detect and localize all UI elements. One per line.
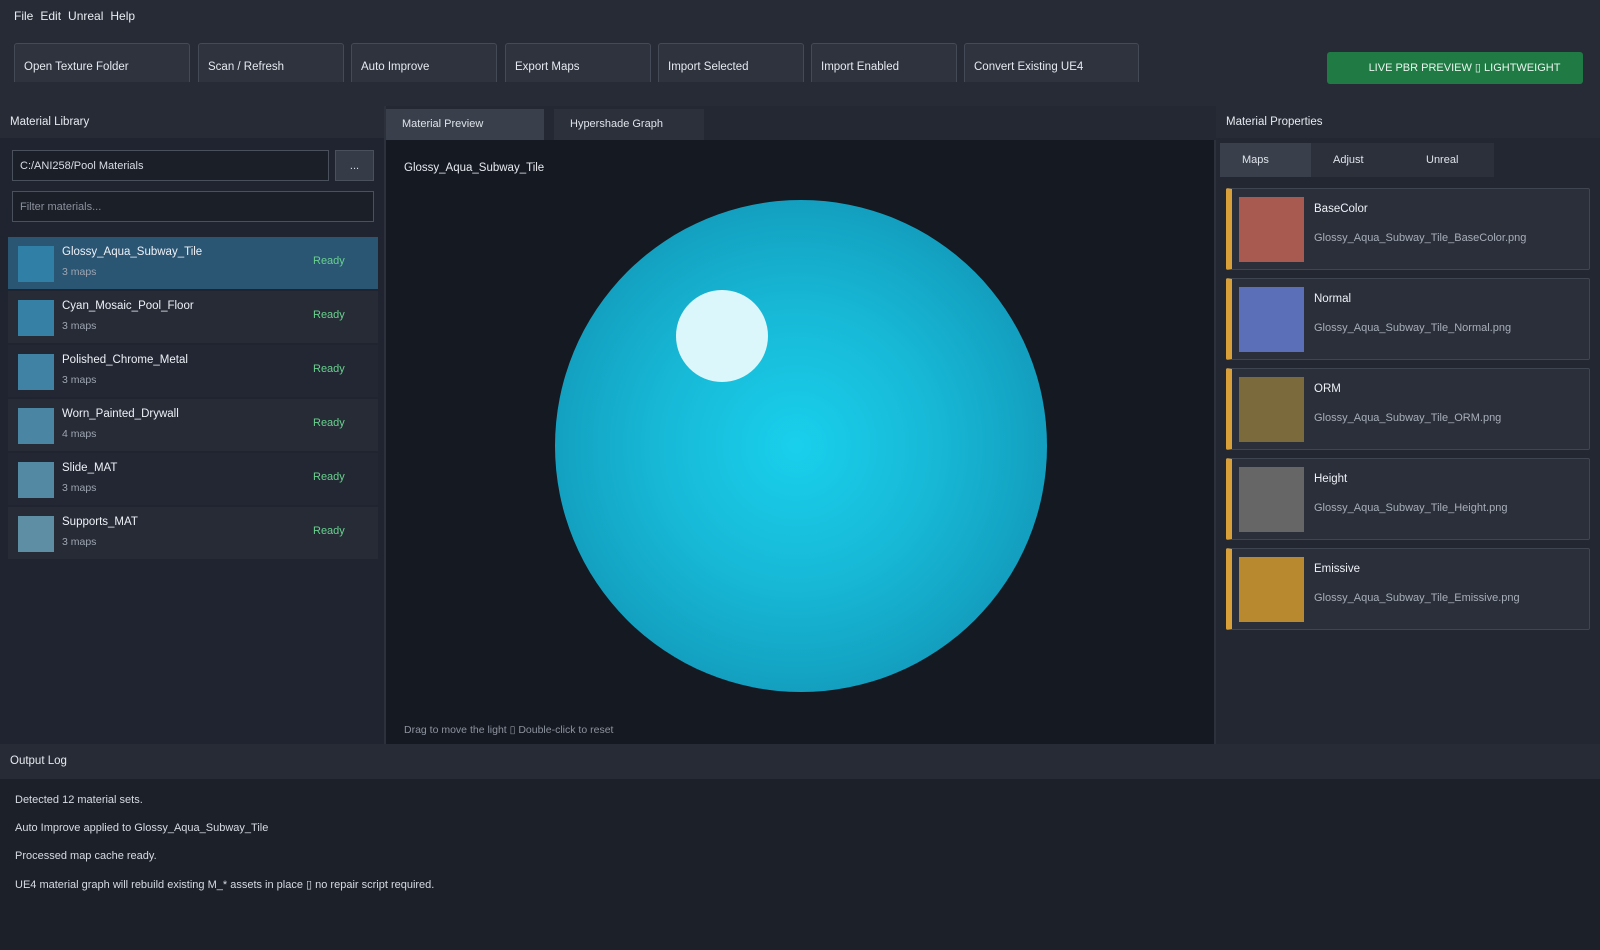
log-line: Detected 12 material sets.	[15, 794, 143, 806]
material-thumbnail	[18, 246, 54, 282]
material-map-count: 4 maps	[62, 428, 97, 440]
map-swatch	[1239, 287, 1304, 352]
map-filename: Glossy_Aqua_Subway_Tile_Normal.png	[1314, 322, 1512, 334]
preview-hint: Drag to move the light ▯ Double-click to…	[404, 724, 614, 736]
map-filename: Glossy_Aqua_Subway_Tile_BaseColor.png	[1314, 232, 1527, 244]
material-thumbnail	[18, 516, 54, 552]
material-status: Ready	[313, 471, 345, 483]
map-filename: Glossy_Aqua_Subway_Tile_Emissive.png	[1314, 592, 1520, 604]
map-list: BaseColor Glossy_Aqua_Subway_Tile_BaseCo…	[1226, 188, 1590, 638]
filter-materials-input[interactable]	[12, 191, 374, 222]
menu-edit[interactable]: Edit	[40, 9, 61, 23]
tab-hypershade-graph[interactable]: Hypershade Graph	[554, 109, 704, 140]
menu-file[interactable]: File	[14, 9, 33, 23]
material-library-title: Material Library	[0, 106, 384, 138]
tab-maps[interactable]: Maps	[1220, 143, 1311, 177]
menu-help[interactable]: Help	[110, 9, 135, 23]
map-label: Height	[1314, 473, 1348, 485]
map-card-basecolor[interactable]: BaseColor Glossy_Aqua_Subway_Tile_BaseCo…	[1226, 188, 1590, 270]
material-row-slide-mat[interactable]: Slide_MAT 3 maps Ready	[8, 453, 378, 505]
material-map-count: 3 maps	[62, 266, 97, 278]
tab-material-preview[interactable]: Material Preview	[386, 109, 544, 140]
material-row-supports-mat[interactable]: Supports_MAT 3 maps Ready	[8, 507, 378, 559]
material-preview-panel: Material Preview Hypershade Graph Glossy…	[386, 106, 1216, 744]
log-line: UE4 material graph will rebuild existing…	[15, 879, 435, 891]
material-thumbnail	[18, 300, 54, 336]
map-card-normal[interactable]: Normal Glossy_Aqua_Subway_Tile_Normal.pn…	[1226, 278, 1590, 360]
browse-folder-button[interactable]: ...	[335, 150, 374, 181]
map-card-height[interactable]: Height Glossy_Aqua_Subway_Tile_Height.pn…	[1226, 458, 1590, 540]
map-swatch	[1239, 197, 1304, 262]
material-row-worn-painted-drywall[interactable]: Worn_Painted_Drywall 4 maps Ready	[8, 399, 378, 451]
material-thumbnail	[18, 354, 54, 390]
material-library-panel: Material Library ... Glossy_Aqua_Subway_…	[0, 106, 386, 744]
map-label: Normal	[1314, 293, 1352, 305]
material-list: Glossy_Aqua_Subway_Tile 3 maps Ready Cya…	[8, 237, 378, 561]
material-name: Supports_MAT	[62, 516, 138, 528]
map-swatch	[1239, 467, 1304, 532]
material-status: Ready	[313, 525, 345, 537]
material-thumbnail	[18, 408, 54, 444]
material-map-count: 3 maps	[62, 482, 97, 494]
map-label: ORM	[1314, 383, 1341, 395]
material-map-count: 3 maps	[62, 320, 97, 332]
log-lines: Detected 12 material sets. Auto Improve …	[15, 794, 434, 906]
material-status: Ready	[313, 363, 345, 375]
live-pbr-preview-toggle[interactable]: LIVE PBR PREVIEW ▯ LIGHTWEIGHT	[1327, 52, 1583, 84]
log-line: Auto Improve applied to Glossy_Aqua_Subw…	[15, 822, 269, 834]
material-thumbnail	[18, 462, 54, 498]
output-log-title: Output Log	[0, 744, 1600, 779]
tab-unreal[interactable]: Unreal	[1402, 143, 1494, 177]
material-map-count: 3 maps	[62, 536, 97, 548]
map-swatch	[1239, 557, 1304, 622]
material-map-count: 3 maps	[62, 374, 97, 386]
material-name: Cyan_Mosaic_Pool_Floor	[62, 300, 194, 312]
map-filename: Glossy_Aqua_Subway_Tile_Height.png	[1314, 502, 1508, 514]
material-row-glossy-aqua-subway-tile[interactable]: Glossy_Aqua_Subway_Tile 3 maps Ready	[8, 237, 378, 289]
material-row-cyan-mosaic-pool-floor[interactable]: Cyan_Mosaic_Pool_Floor 3 maps Ready	[8, 291, 378, 343]
map-card-emissive[interactable]: Emissive Glossy_Aqua_Subway_Tile_Emissiv…	[1226, 548, 1590, 630]
map-label: Emissive	[1314, 563, 1361, 575]
menu-bar: File Edit Unreal Help	[0, 0, 1600, 31]
material-properties-panel: Material Properties Maps Adjust Unreal B…	[1216, 106, 1600, 744]
material-name: Slide_MAT	[62, 462, 118, 474]
folder-path-input[interactable]	[12, 150, 329, 181]
preview-sphere[interactable]	[555, 200, 1047, 692]
light-highlight[interactable]	[676, 290, 768, 382]
toolbar-spacer	[0, 82, 1600, 106]
map-swatch	[1239, 377, 1304, 442]
material-row-polished-chrome-metal[interactable]: Polished_Chrome_Metal 3 maps Ready	[8, 345, 378, 397]
material-name: Polished_Chrome_Metal	[62, 354, 188, 366]
map-label: BaseColor	[1314, 203, 1368, 215]
material-status: Ready	[313, 309, 345, 321]
map-card-orm[interactable]: ORM Glossy_Aqua_Subway_Tile_ORM.png	[1226, 368, 1590, 450]
tab-adjust[interactable]: Adjust	[1311, 143, 1402, 177]
output-log-panel: Output Log Detected 12 material sets. Au…	[0, 744, 1600, 950]
map-filename: Glossy_Aqua_Subway_Tile_ORM.png	[1314, 412, 1502, 424]
menu-unreal[interactable]: Unreal	[68, 9, 103, 23]
material-status: Ready	[313, 255, 345, 267]
material-status: Ready	[313, 417, 345, 429]
material-name: Glossy_Aqua_Subway_Tile	[62, 246, 203, 258]
preview-tabs: Material Preview Hypershade Graph	[386, 106, 1216, 140]
material-properties-title: Material Properties	[1216, 106, 1600, 138]
material-name: Worn_Painted_Drywall	[62, 408, 179, 420]
preview-material-name: Glossy_Aqua_Subway_Tile	[404, 162, 545, 174]
log-line: Processed map cache ready.	[15, 850, 157, 862]
